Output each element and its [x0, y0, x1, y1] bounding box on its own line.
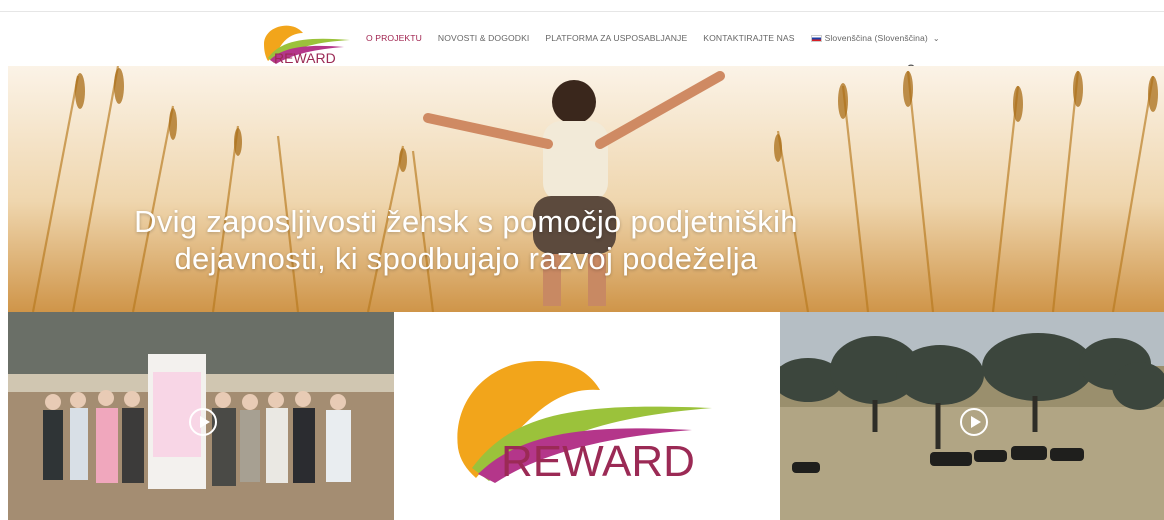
hero-heading: Dvig zaposljivosti žensk s pomočjo podje…: [8, 203, 924, 277]
svg-text:REWARD: REWARD: [274, 50, 336, 66]
hero-heading-line-1: Dvig zaposljivosti žensk s pomočjo podje…: [134, 204, 798, 239]
hero-heading-line-2: dejavnosti, ki spodbujajo razvoj podežel…: [174, 241, 758, 276]
cattle-video-tile[interactable]: [780, 312, 1164, 520]
nav-item-kontakt[interactable]: KONTAKTIRAJTE NAS: [703, 33, 794, 43]
hero-banner: Dvig zaposljivosti žensk s pomočjo podje…: [8, 66, 1164, 312]
slovenia-flag-icon: [810, 34, 822, 42]
reward-large-logo-icon: REWARD: [457, 360, 712, 486]
nav-item-novosti-dogodki[interactable]: NOVOSTI & DOGODKI: [438, 33, 529, 43]
svg-text:REWARD: REWARD: [501, 437, 695, 486]
nav-item-platforma[interactable]: PLATFORMA ZA USPOSABLJANJE: [545, 33, 687, 43]
group-video-tile[interactable]: [8, 312, 394, 520]
main-navigation: O PROJEKTU NOVOSTI & DOGODKI PLATFORMA Z…: [366, 33, 940, 43]
nav-item-o-projektu[interactable]: O PROJEKTU: [366, 33, 422, 43]
reward-logo-icon: REWARD: [264, 25, 350, 66]
reward-logo-tile: REWARD: [394, 312, 780, 520]
language-label: Slovenščina (Slovenščina): [824, 33, 928, 43]
play-icon[interactable]: [189, 408, 217, 436]
language-switcher[interactable]: Slovenščina (Slovenščina) ⌄: [810, 33, 940, 43]
site-header: REWARD O PROJEKTU NOVOSTI & DOGODKI PLAT…: [0, 12, 1164, 75]
chevron-down-icon: ⌄: [932, 33, 940, 43]
play-icon[interactable]: [960, 408, 988, 436]
reward-logo-link[interactable]: REWARD: [258, 16, 354, 66]
